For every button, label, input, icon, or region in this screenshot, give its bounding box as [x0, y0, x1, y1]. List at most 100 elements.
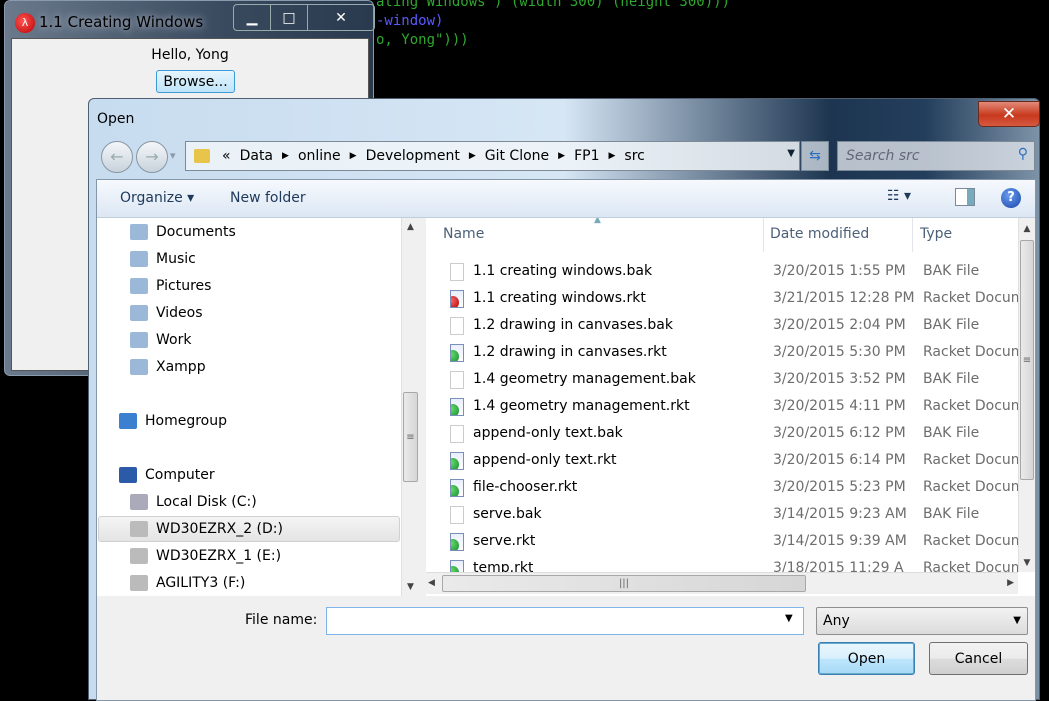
search-input[interactable]: Search src ⚲ [837, 141, 1035, 171]
minimize-button[interactable]: ▁ [234, 5, 271, 30]
file-date: 3/20/2015 3:52 PM [773, 371, 906, 387]
file-row[interactable]: 1.2 drawing in canvases.rkt 3/20/2015 5:3… [426, 340, 1018, 367]
column-header-date-modified[interactable]: Date modified [770, 226, 869, 242]
sidebar-item-label: AGILITY3 (F:) [156, 575, 246, 591]
file-row[interactable]: 1.2 drawing in canvases.bak 3/20/2015 2:0… [426, 313, 1018, 340]
file-row[interactable]: append-only text.bak 3/20/2015 6:12 PM BAK… [426, 421, 1018, 448]
file-type: Racket Docum [923, 452, 1018, 468]
code-line-1: ating Windows") (width 300) (height 300)… [376, 0, 731, 10]
sidebar-item[interactable]: WD30EZRX_1 (E:) [130, 543, 387, 569]
search-placeholder: Search src [846, 148, 920, 164]
breadcrumb-separator-icon[interactable]: ▶ [469, 151, 476, 161]
sidebar-item[interactable]: Computer [119, 462, 387, 488]
help-icon[interactable]: ? [1001, 188, 1021, 208]
file-type-select[interactable]: Any ▼ [816, 607, 1028, 635]
drive-icon [130, 548, 148, 564]
sidebar-item[interactable]: Local Disk (C:) [130, 489, 387, 515]
breadcrumb-separator-icon[interactable]: ▶ [608, 151, 615, 161]
file-name-input[interactable] [326, 607, 804, 635]
dialog-body: Organize ▾ New folder ☷ ▾ ? AGILITY3 (F:… [96, 179, 1036, 701]
videos-icon [130, 305, 148, 321]
homegroup-icon [119, 413, 137, 429]
sort-indicator-icon: ▲ [594, 218, 601, 225]
sidebar-item[interactable]: Homegroup [119, 408, 387, 434]
file-row[interactable]: 1.4 geometry management.rkt 3/20/2015 4:1… [426, 394, 1018, 421]
sidebar-item[interactable]: Videos [130, 300, 387, 326]
maximize-button[interactable]: □ [271, 5, 308, 30]
new-folder-button[interactable]: New folder [230, 190, 306, 206]
refresh-button[interactable]: ⇆ [801, 141, 829, 171]
drive-icon [130, 575, 148, 591]
file-date: 3/21/2015 12:28 PM [773, 290, 915, 306]
file-name: 1.2 drawing in canvases.rkt [473, 344, 667, 360]
nav-scrollbar[interactable]: ▲ ≡ ▼ [401, 218, 419, 596]
address-dropdown-icon[interactable]: ▼ [787, 148, 795, 159]
close-button[interactable]: ✕ [308, 5, 374, 30]
file-name: 1.4 geometry management.rkt [473, 398, 690, 414]
breadcrumb-item[interactable]: src [624, 148, 644, 164]
address-bar[interactable]: « Data ▶ online ▶ Development ▶ Git Clone ▶ FP1 ▶… [185, 141, 800, 171]
search-icon[interactable]: ⚲ [1018, 146, 1028, 162]
file-type-value: Any [823, 613, 850, 629]
sidebar-item-label: Videos [156, 305, 203, 321]
file-icon [450, 263, 464, 281]
file-type: BAK File [923, 371, 980, 387]
breadcrumb-item[interactable]: Development [366, 148, 460, 164]
sidebar-item[interactable]: Pictures [130, 273, 387, 299]
sidebar-item[interactable]: Xampp [130, 354, 387, 380]
file-row[interactable]: 1.1 creating windows.rkt 3/21/2015 12:28 … [426, 286, 1018, 313]
sidebar-item-label: WD30EZRX_2 (D:) [156, 521, 283, 537]
file-date: 3/20/2015 5:30 PM [773, 344, 906, 360]
column-header-name[interactable]: Name [443, 226, 484, 242]
drive-icon [130, 521, 148, 537]
dialog-close-button[interactable]: ✕ [978, 101, 1040, 127]
sidebar-item[interactable]: WD30EZRX_2 (D:) [98, 516, 400, 542]
sidebar-item[interactable]: Music [130, 246, 387, 272]
file-row[interactable]: serve.bak 3/14/2015 9:23 AM BAK File [426, 502, 1018, 529]
sidebar-item[interactable]: Documents [130, 219, 387, 245]
sidebar-item-label: Documents [156, 224, 236, 240]
breadcrumb-item[interactable]: FP1 [574, 148, 599, 164]
pictures-icon [130, 278, 148, 294]
file-icon [450, 371, 464, 389]
breadcrumb-item[interactable]: Data [240, 148, 273, 164]
sidebar-item[interactable]: Work [130, 327, 387, 353]
breadcrumb-item[interactable]: Git Clone [485, 148, 549, 164]
cancel-button[interactable]: Cancel [929, 642, 1028, 675]
preview-pane-icon[interactable] [955, 188, 975, 206]
folder-icon [194, 149, 210, 163]
racket-file-icon [450, 398, 464, 416]
view-options-icon[interactable]: ☷ ▾ [887, 188, 911, 204]
breadcrumb-separator-icon[interactable]: ▶ [558, 151, 565, 161]
back-button[interactable]: ← [101, 141, 133, 173]
column-header-type[interactable]: Type [920, 226, 952, 242]
file-row[interactable]: 1.4 geometry management.bak 3/20/2015 3:5… [426, 367, 1018, 394]
computer-icon [119, 467, 137, 483]
racket-file-icon [450, 479, 464, 497]
file-name: serve.rkt [473, 533, 536, 549]
navigation-pane: AGILITY3 (F:) WD30EZRX_1 (E:) WD30EZRX_2 (… [97, 218, 419, 596]
forward-button[interactable]: → [136, 141, 168, 173]
open-button[interactable]: Open [818, 642, 915, 675]
file-row[interactable]: 1.1 creating windows.bak 3/20/2015 1:55 P… [426, 259, 1018, 286]
breadcrumb-separator-icon[interactable]: ▶ [350, 151, 357, 161]
file-row[interactable]: serve.rkt 3/14/2015 9:39 AM Racket Docum [426, 529, 1018, 556]
racket-file-icon [450, 290, 464, 308]
racket-logo-icon: λ [15, 13, 35, 33]
file-row[interactable]: append-only text.rkt 3/20/2015 6:14 PM Rac… [426, 448, 1018, 475]
sidebar-item-label: Work [156, 332, 192, 348]
file-list-vscrollbar[interactable]: ▲ ≡ ▼ [1018, 218, 1035, 572]
file-date: 3/20/2015 4:11 PM [773, 398, 906, 414]
file-list-hscrollbar[interactable]: ◀ ||| ▶ [426, 572, 1018, 594]
file-name-dropdown-icon[interactable]: ▼ [785, 613, 793, 624]
browse-button[interactable]: Browse... [156, 70, 235, 93]
code-line-2: -window) [376, 13, 444, 29]
file-row[interactable]: file-chooser.rkt 3/20/2015 5:23 PM Racket … [426, 475, 1018, 502]
recent-locations-button[interactable]: ▾ [170, 149, 176, 162]
organize-button[interactable]: Organize ▾ [120, 190, 194, 206]
sidebar-item[interactable]: AGILITY3 (F:) [130, 570, 387, 596]
file-icon [450, 425, 464, 443]
breadcrumb-separator-icon[interactable]: ▶ [282, 151, 289, 161]
breadcrumb-item[interactable]: online [298, 148, 341, 164]
breadcrumb-overflow[interactable]: « [222, 148, 231, 164]
